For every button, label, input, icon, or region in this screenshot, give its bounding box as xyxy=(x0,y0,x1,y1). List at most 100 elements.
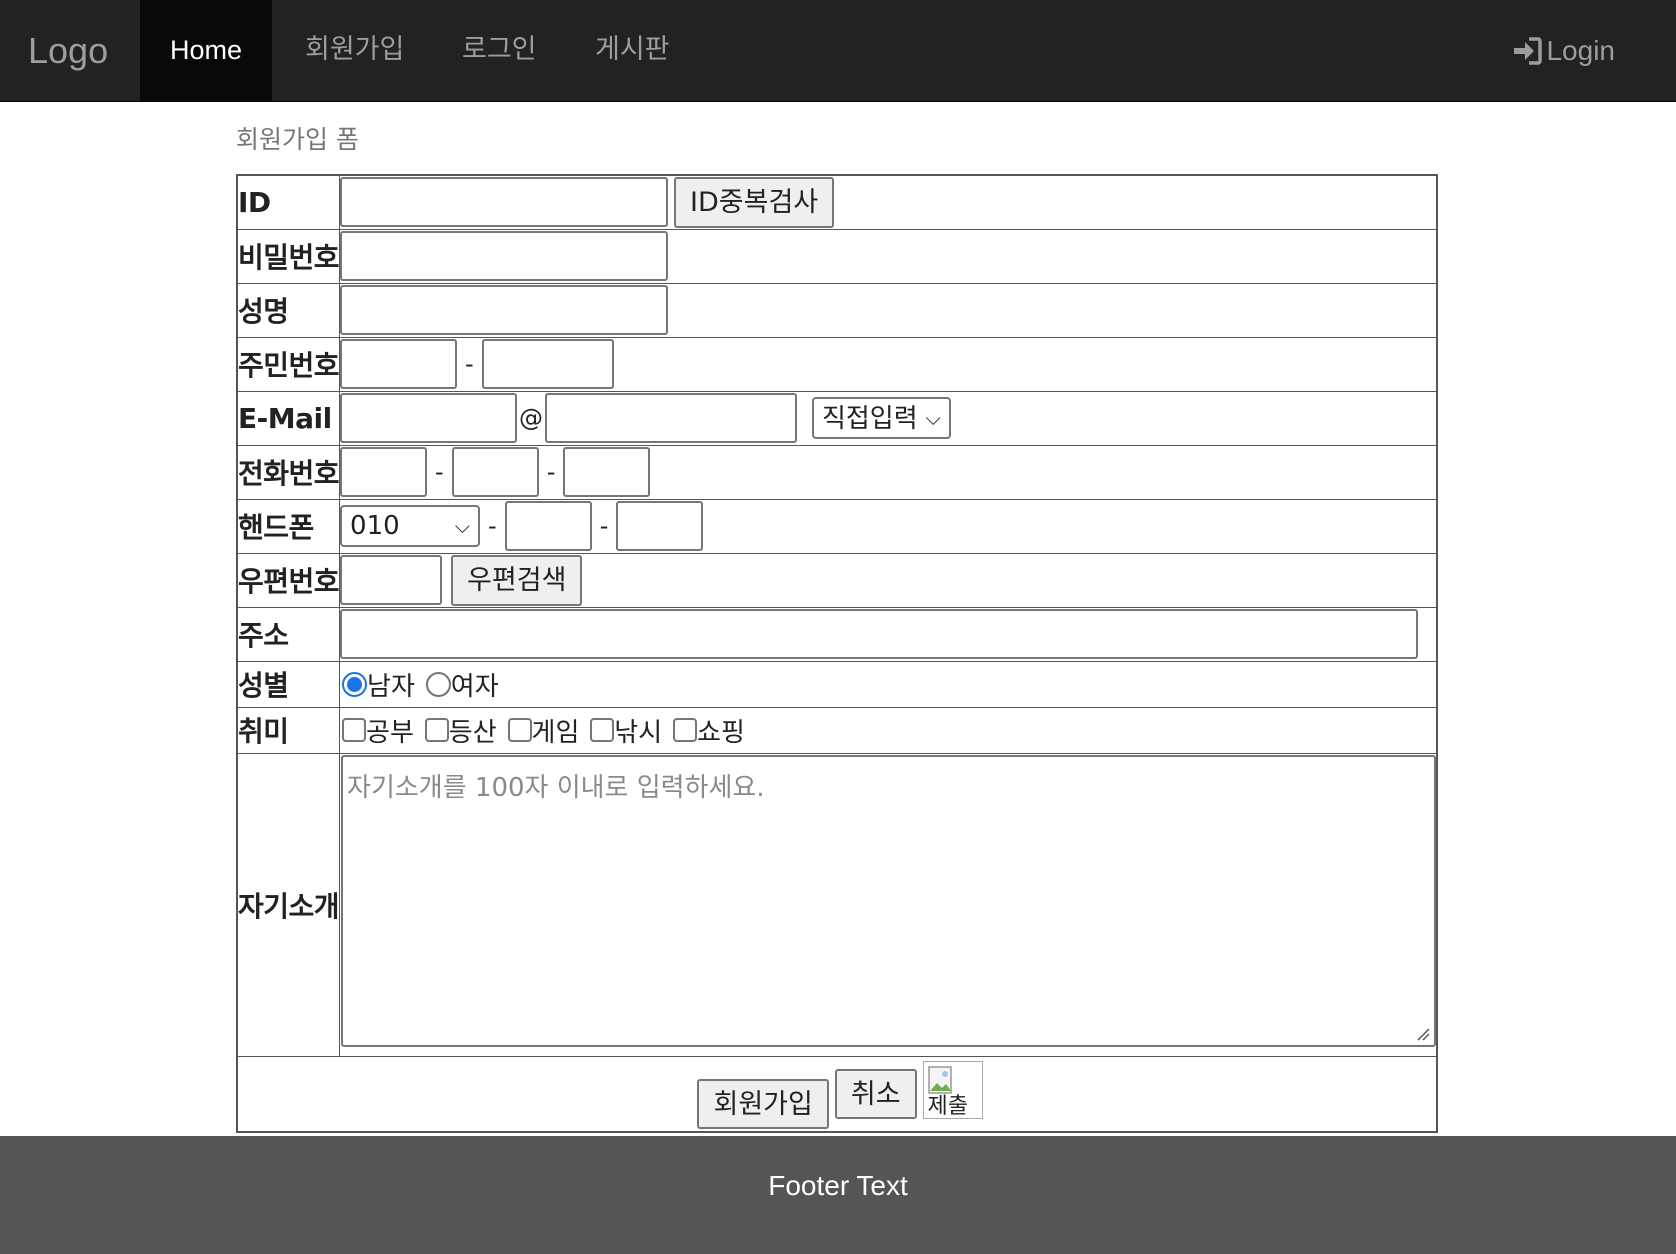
row-name: 성명 xyxy=(236,282,1438,338)
address-field-cell xyxy=(339,606,1438,662)
row-id: ID ID중복검사 xyxy=(236,174,1438,230)
hobby-hiking-checkbox[interactable] xyxy=(424,718,449,742)
login-label: Login xyxy=(1546,35,1615,66)
submit-button[interactable]: 회원가입 xyxy=(697,1078,829,1129)
row-zip: 우편번호 우편검색 xyxy=(236,552,1438,608)
nav-item-signup[interactable]: 회원가입 xyxy=(275,0,434,101)
actions-cell: 회원가입 취소 제출 xyxy=(236,1055,1438,1133)
phone-separator-1: - xyxy=(435,458,444,486)
image-alt-text: 제출 xyxy=(927,1093,969,1119)
row-actions: 회원가입 취소 제출 xyxy=(236,1055,1438,1133)
row-phone: 전화번호 -- xyxy=(236,444,1438,500)
chevron-down-icon: ⌵ xyxy=(454,514,471,538)
footer: Footer Text xyxy=(0,1136,1676,1254)
name-input[interactable] xyxy=(340,285,669,335)
email-domain-input[interactable] xyxy=(545,393,798,443)
row-email: E-Mail @ 직접입력 ⌵ xyxy=(236,390,1438,446)
phone-part3-input[interactable] xyxy=(563,447,651,497)
zip-input[interactable] xyxy=(340,555,443,605)
chevron-down-icon: ⌵ xyxy=(925,406,941,430)
gender-field-cell: 남자 여자 xyxy=(339,660,1438,708)
intro-textarea[interactable]: 자기소개를 100자 이내로 입력하세요. xyxy=(341,754,1437,1047)
jumin-back-input[interactable] xyxy=(481,339,614,389)
address-input[interactable] xyxy=(340,609,1419,659)
phone-separator-2: - xyxy=(546,458,556,486)
jumin-separator: - xyxy=(465,350,474,378)
email-domain-select[interactable]: 직접입력 ⌵ xyxy=(811,397,951,439)
id-input[interactable] xyxy=(340,177,669,228)
intro-label: 자기소개 xyxy=(236,752,341,1057)
zip-label: 우편번호 xyxy=(236,552,341,608)
jumin-front-input[interactable] xyxy=(340,339,458,389)
id-label: ID xyxy=(236,174,341,230)
phone-part1-input[interactable] xyxy=(340,447,428,497)
login-link[interactable]: Login xyxy=(1512,0,1615,102)
email-at-sign: @ xyxy=(519,404,544,432)
row-mobile: 핸드폰 010 ⌵ - - xyxy=(236,498,1438,554)
nav-item-home[interactable]: Home xyxy=(140,0,273,101)
hobby-game-checkbox[interactable] xyxy=(507,718,532,742)
resize-grip-icon[interactable] xyxy=(1416,1027,1430,1041)
zip-search-button[interactable]: 우편검색 xyxy=(451,554,583,606)
page-title: 회원가입 폼 xyxy=(236,125,359,154)
hobby-fishing-label: 낚시 xyxy=(614,717,663,748)
phone-label: 전화번호 xyxy=(236,444,341,500)
mobile-label: 핸드폰 xyxy=(236,498,341,554)
gender-male-label: 남자 xyxy=(367,671,415,702)
mobile-field-cell: 010 ⌵ - - xyxy=(339,498,1438,554)
row-gender: 성별 남자 여자 xyxy=(236,660,1438,708)
row-intro: 자기소개 자기소개를 100자 이내로 입력하세요. xyxy=(236,752,1438,1057)
gender-female-label: 여자 xyxy=(450,671,499,702)
mobile-separator-2: - xyxy=(599,512,609,540)
signup-form-table: ID ID중복검사 비밀번호 성명 주민번호 - E-Mail @ 직접입력 ⌵ … xyxy=(236,174,1439,1133)
hobby-game-label: 게임 xyxy=(531,717,580,748)
phone-field-cell: -- xyxy=(339,444,1438,500)
zip-field-cell: 우편검색 xyxy=(339,552,1438,608)
gender-male-radio[interactable] xyxy=(342,672,368,697)
image-submit-button[interactable]: 제출 xyxy=(922,1060,983,1119)
row-jumin: 주민번호 - xyxy=(236,336,1438,392)
brand-logo[interactable]: Logo xyxy=(28,0,108,102)
row-hobby: 취미 공부 등산 게임 낚시 쇼핑 xyxy=(236,706,1438,754)
jumin-field-cell: - xyxy=(339,336,1438,392)
address-label: 주소 xyxy=(236,606,341,662)
gender-label: 성별 xyxy=(236,660,341,708)
nav-item-login[interactable]: 로그인 xyxy=(432,0,567,101)
name-label: 성명 xyxy=(236,282,341,338)
email-field-cell: @ 직접입력 ⌵ xyxy=(339,390,1438,446)
email-domain-selected: 직접입력 xyxy=(821,404,918,434)
hobby-label: 취미 xyxy=(236,706,341,754)
jumin-label: 주민번호 xyxy=(236,336,341,392)
cancel-button[interactable]: 취소 xyxy=(834,1068,917,1119)
hobby-fishing-checkbox[interactable] xyxy=(590,718,615,742)
mobile-prefix-selected: 010 xyxy=(350,511,400,541)
phone-part2-input[interactable] xyxy=(451,447,539,497)
row-address: 주소 xyxy=(236,606,1438,662)
hobby-shopping-label: 쇼핑 xyxy=(697,717,745,748)
hobby-study-checkbox[interactable] xyxy=(342,718,367,742)
top-navbar: Logo Home 회원가입 로그인 게시판 Login xyxy=(0,0,1676,102)
mobile-part3-input[interactable] xyxy=(616,501,704,551)
intro-placeholder: 자기소개를 100자 이내로 입력하세요. xyxy=(347,772,765,803)
id-field-cell: ID중복검사 xyxy=(339,174,1438,230)
hobby-field-cell: 공부 등산 게임 낚시 쇼핑 xyxy=(339,706,1438,754)
hobby-study-label: 공부 xyxy=(366,717,414,748)
gender-female-radio[interactable] xyxy=(425,672,451,697)
password-input[interactable] xyxy=(340,231,669,281)
hobby-shopping-checkbox[interactable] xyxy=(673,718,698,742)
row-password: 비밀번호 xyxy=(236,228,1438,284)
log-in-icon xyxy=(1514,37,1543,65)
password-field-cell xyxy=(339,228,1438,284)
hobby-hiking-label: 등산 xyxy=(448,717,497,748)
mobile-prefix-select[interactable]: 010 ⌵ xyxy=(340,505,481,547)
intro-field-cell: 자기소개를 100자 이내로 입력하세요. xyxy=(339,752,1438,1057)
id-check-button[interactable]: ID중복검사 xyxy=(674,176,835,228)
email-label: E-Mail xyxy=(236,390,341,446)
nav-item-board[interactable]: 게시판 xyxy=(565,0,700,101)
mobile-part2-input[interactable] xyxy=(504,501,592,551)
mobile-separator-1: - xyxy=(488,512,497,540)
email-id-input[interactable] xyxy=(340,393,518,443)
name-field-cell xyxy=(339,282,1438,338)
broken-image-icon xyxy=(927,1066,952,1094)
password-label: 비밀번호 xyxy=(236,228,341,284)
